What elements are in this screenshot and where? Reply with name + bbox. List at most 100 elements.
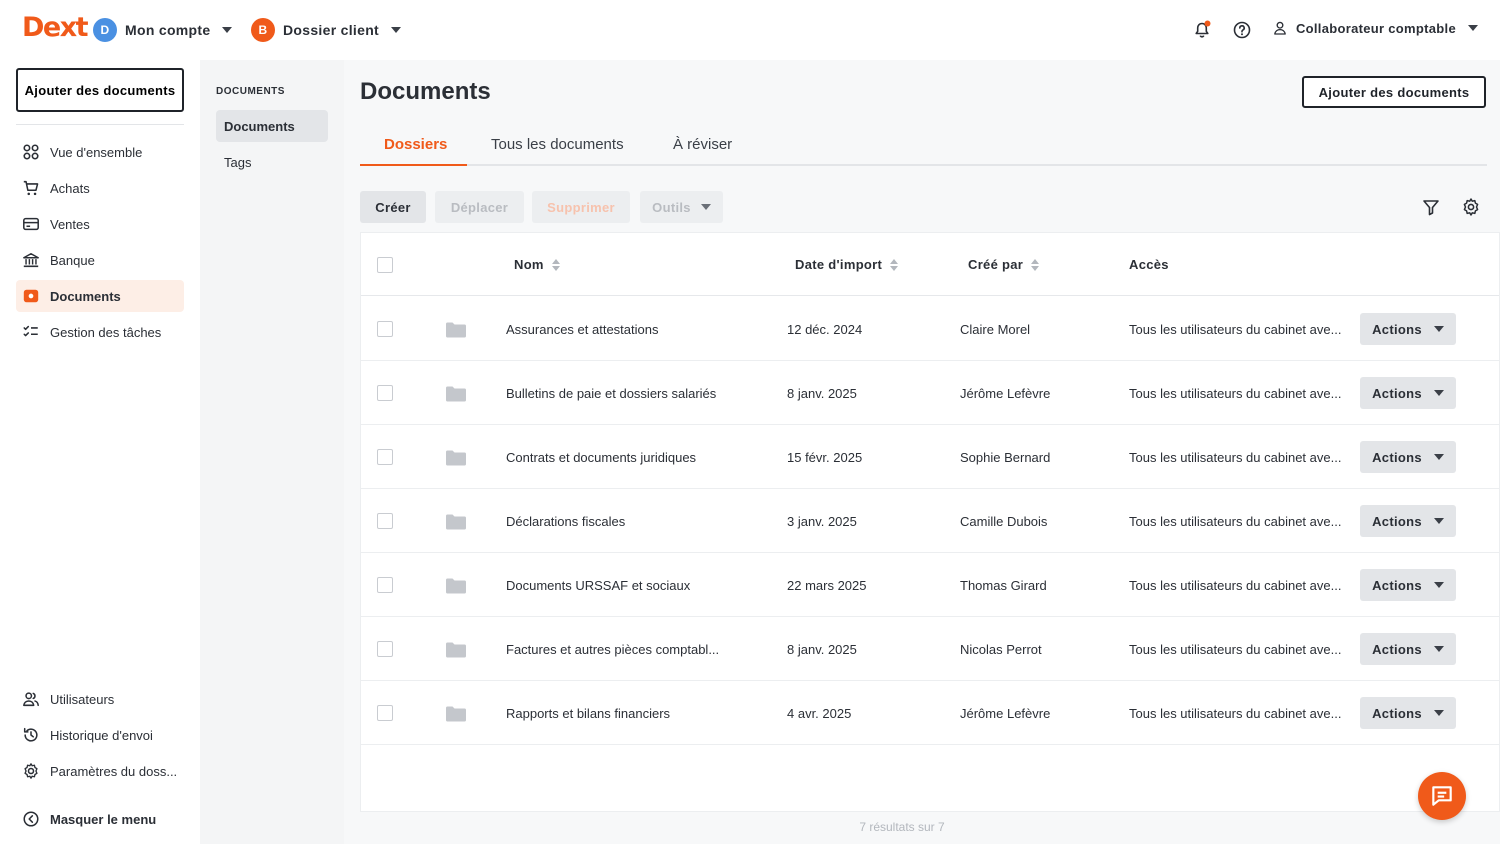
- dashboard-icon: [23, 144, 39, 160]
- user-menu[interactable]: Collaborateur comptable: [1272, 20, 1478, 36]
- folder-name[interactable]: Factures et autres pièces comptabl...: [506, 642, 719, 657]
- nav-item-folder-settings[interactable]: Paramètres du doss...: [16, 755, 184, 787]
- nav-item-tasks[interactable]: Gestion des tâches: [16, 316, 184, 348]
- actions-dropdown[interactable]: Actions: [1360, 441, 1456, 473]
- nav-item-label: Historique d'envoi: [50, 727, 153, 743]
- row-checkbox[interactable]: [377, 385, 393, 401]
- actions-dropdown[interactable]: Actions: [1360, 569, 1456, 601]
- row-checkbox[interactable]: [377, 705, 393, 721]
- folder-name[interactable]: Assurances et attestations: [506, 322, 658, 337]
- row-checkbox[interactable]: [377, 577, 393, 593]
- actions-label: Actions: [1372, 705, 1422, 721]
- tools-dropdown[interactable]: Outils: [640, 191, 723, 223]
- column-header-name[interactable]: Nom: [514, 257, 560, 272]
- chevron-down-icon: [1433, 582, 1444, 588]
- move-button[interactable]: Déplacer: [435, 191, 524, 223]
- filter-icon[interactable]: [1421, 197, 1441, 217]
- folder-name[interactable]: Bulletins de paie et dossiers salariés: [506, 386, 716, 401]
- sort-icon[interactable]: [551, 258, 560, 271]
- actions-label: Actions: [1372, 513, 1422, 529]
- created-by: Thomas Girard: [960, 578, 1047, 593]
- client-switcher[interactable]: B Dossier client: [251, 18, 402, 42]
- nav-item-purchases[interactable]: Achats: [16, 172, 184, 204]
- nav-item-label: Utilisateurs: [50, 691, 115, 707]
- subnav-item-documents[interactable]: Documents: [216, 110, 328, 142]
- row-checkbox[interactable]: [377, 641, 393, 657]
- collapse-left-icon: [23, 811, 39, 827]
- chevron-down-icon: [700, 204, 711, 210]
- subnav-item-tags[interactable]: Tags: [216, 146, 328, 178]
- chevron-down-icon: [391, 27, 402, 33]
- folder-icon: [446, 386, 466, 402]
- table-row[interactable]: Déclarations fiscales 3 janv. 2025 Camil…: [361, 489, 1499, 553]
- actions-dropdown[interactable]: Actions: [1360, 505, 1456, 537]
- row-checkbox[interactable]: [377, 513, 393, 529]
- tab-to-review[interactable]: À réviser: [673, 136, 732, 153]
- delete-button[interactable]: Supprimer: [532, 191, 630, 223]
- help-icon[interactable]: [1232, 20, 1252, 40]
- table-row[interactable]: Assurances et attestations 12 déc. 2024 …: [361, 297, 1499, 361]
- actions-label: Actions: [1372, 385, 1422, 401]
- table-row[interactable]: Documents URSSAF et sociaux 22 mars 2025…: [361, 553, 1499, 617]
- add-documents-button[interactable]: Ajouter des documents: [1302, 76, 1486, 108]
- select-all-checkbox[interactable]: [377, 257, 393, 273]
- actions-dropdown[interactable]: Actions: [1360, 633, 1456, 665]
- table-row[interactable]: Factures et autres pièces comptabl... 8 …: [361, 617, 1499, 681]
- history-icon: [23, 727, 38, 742]
- account-label: Mon compte: [125, 22, 211, 38]
- create-button[interactable]: Créer: [360, 191, 426, 223]
- nav-item-history[interactable]: Historique d'envoi: [16, 719, 184, 751]
- import-date: 3 janv. 2025: [787, 514, 857, 529]
- access: Tous les utilisateurs du cabinet ave...: [1129, 514, 1342, 529]
- row-checkbox[interactable]: [377, 449, 393, 465]
- folder-name[interactable]: Documents URSSAF et sociaux: [506, 578, 690, 593]
- dext-logo[interactable]: Dext: [22, 12, 89, 43]
- gear-icon: [24, 763, 38, 779]
- row-checkbox[interactable]: [377, 321, 393, 337]
- card-icon: [23, 217, 39, 231]
- settings-icon[interactable]: [1461, 197, 1481, 217]
- column-header-import-date[interactable]: Date d'import: [795, 257, 899, 272]
- nav-item-users[interactable]: Utilisateurs: [16, 683, 184, 715]
- table-row[interactable]: Contrats et documents juridiques 15 févr…: [361, 425, 1499, 489]
- access: Tous les utilisateurs du cabinet ave...: [1129, 450, 1342, 465]
- column-header-created-by[interactable]: Créé par: [968, 257, 1040, 272]
- table-row[interactable]: Rapports et bilans financiers 4 avr. 202…: [361, 681, 1499, 745]
- nav-item-documents[interactable]: Documents: [16, 280, 184, 312]
- tab-folders[interactable]: Dossiers: [384, 136, 447, 153]
- account-switcher[interactable]: D Mon compte: [93, 18, 233, 42]
- nav-item-label: Gestion des tâches: [50, 324, 162, 340]
- subnav-title: DOCUMENTS: [216, 86, 285, 97]
- tools-label: Outils: [652, 199, 691, 215]
- results-count: 7 résultats sur 7: [859, 820, 945, 834]
- nav-item-bank[interactable]: Banque: [16, 244, 184, 276]
- folder-name[interactable]: Déclarations fiscales: [506, 514, 625, 529]
- nav-item-sales[interactable]: Ventes: [16, 208, 184, 240]
- chevron-down-icon: [1433, 646, 1444, 652]
- add-documents-button[interactable]: Ajouter des documents: [16, 68, 184, 112]
- folder-icon: [446, 706, 466, 722]
- chevron-down-icon: [1433, 326, 1444, 332]
- import-date: 15 févr. 2025: [787, 450, 863, 465]
- notification-bell-icon[interactable]: [1192, 20, 1212, 40]
- chevron-down-icon: [1433, 454, 1444, 460]
- chevron-down-icon: [1433, 710, 1444, 716]
- folder-icon: [446, 578, 466, 594]
- hide-menu-button[interactable]: Masquer le menu: [16, 803, 184, 835]
- page-title: Documents: [360, 78, 491, 105]
- table-row[interactable]: Bulletins de paie et dossiers salariés 8…: [361, 361, 1499, 425]
- nav-item-overview[interactable]: Vue d'ensemble: [16, 136, 184, 168]
- actions-dropdown[interactable]: Actions: [1360, 697, 1456, 729]
- main-content: Documents Ajouter des documents Dossiers…: [344, 60, 1500, 844]
- folder-name[interactable]: Rapports et bilans financiers: [506, 706, 670, 721]
- access: Tous les utilisateurs du cabinet ave...: [1129, 322, 1342, 337]
- actions-dropdown[interactable]: Actions: [1360, 313, 1456, 345]
- actions-dropdown[interactable]: Actions: [1360, 377, 1456, 409]
- folder-name[interactable]: Contrats et documents juridiques: [506, 450, 696, 465]
- tab-all-documents[interactable]: Tous les documents: [491, 136, 624, 153]
- nav-item-label: Documents: [50, 288, 121, 304]
- sort-icon[interactable]: [1031, 258, 1040, 271]
- actions-label: Actions: [1372, 449, 1422, 465]
- sort-icon[interactable]: [890, 258, 899, 271]
- chat-button[interactable]: [1418, 772, 1466, 820]
